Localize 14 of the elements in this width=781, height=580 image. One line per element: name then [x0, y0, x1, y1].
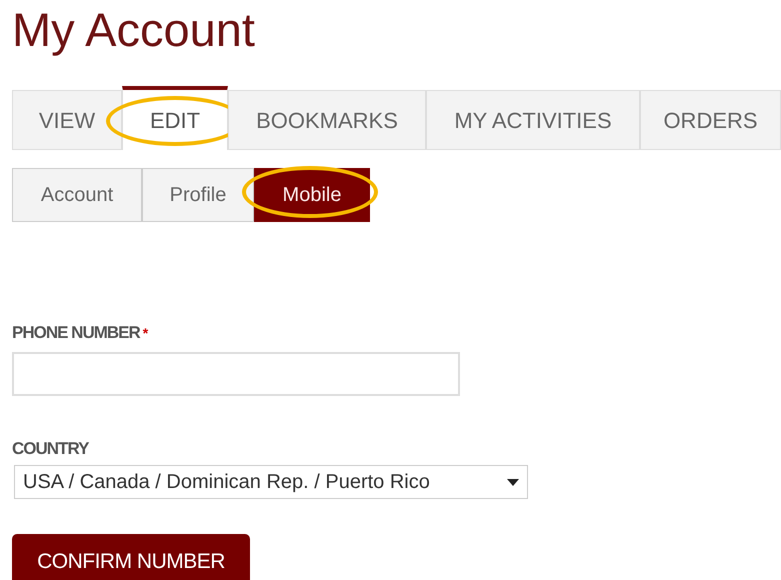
dropdown-caret-icon — [507, 478, 519, 486]
field-label: COUNTRY — [12, 438, 90, 460]
tab[interactable]: MY ACTIVITIES — [426, 90, 640, 150]
tab[interactable]: ORDERS — [640, 90, 781, 150]
country-select[interactable]: USA / Canada / Dominican Rep. / Puerto Rico — [14, 465, 528, 499]
confirm-number-button[interactable]: CONFIRM NUMBER — [12, 534, 250, 580]
tab[interactable]: BOOKMARKS — [228, 90, 426, 150]
subtab[interactable]: Account — [12, 168, 142, 222]
subtab[interactable]: Profile — [142, 168, 254, 222]
required-mark: * — [142, 324, 148, 343]
field-label: PHONE NUMBER — [12, 322, 140, 344]
tab[interactable]: VIEW — [12, 90, 122, 150]
page-title: My Account — [12, 2, 256, 58]
phone-input-field[interactable] — [12, 352, 460, 396]
